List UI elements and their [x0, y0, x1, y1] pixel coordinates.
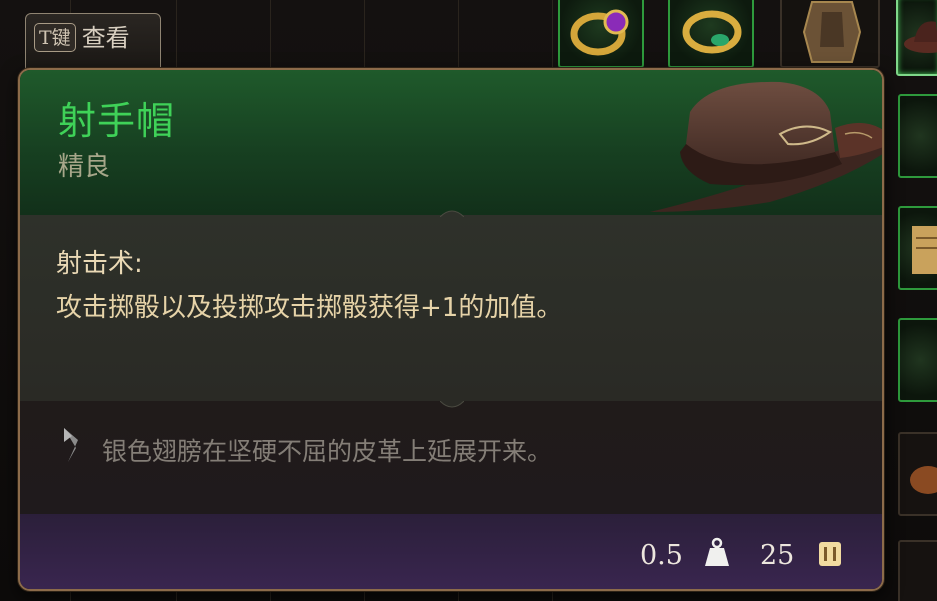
key-action-label: 查看 [81, 24, 130, 52]
ability-title: 射击术: [56, 249, 143, 279]
ability-description: 攻击掷骰以及投掷攻击掷骰获得+1的加值。 [56, 293, 563, 323]
equipment-slot-head[interactable] [896, 0, 937, 76]
weight-value: 0.5 [640, 540, 683, 571]
item-tooltip: 射手帽 精良 射击术: 攻击掷骰以及投掷攻击掷骰获得+1的加值。 银色翅膀在坚硬… [18, 68, 884, 591]
ranger-hat-icon [650, 81, 882, 212]
game-inventory-screen: T键 查看 射手帽 精良 射击术: 攻击掷骰以及投掷攻击掷骰获得+1的加值。 银… [0, 0, 937, 601]
section-divider-notch [440, 401, 464, 408]
ring-icon [570, 9, 629, 56]
quill-icon [64, 428, 78, 462]
equipment-slot-misc[interactable] [898, 540, 937, 601]
ring-icon [682, 10, 742, 54]
hat-icon [904, 21, 937, 53]
flavor-text: 银色翅膀在坚硬不屈的皮革上延展开来。 [102, 437, 553, 466]
key-badge: T键 [34, 23, 76, 52]
item-name: 射手帽 [58, 99, 176, 143]
equipment-slot-bread[interactable] [898, 432, 937, 516]
armor-icon [802, 1, 862, 63]
gold-coin-icon [819, 542, 841, 566]
equipment-slot-gloves[interactable] [898, 318, 937, 402]
equipment-slot-cloak[interactable] [898, 94, 937, 178]
tooltip-footer [20, 514, 882, 589]
equipment-slot-scroll[interactable] [898, 206, 937, 290]
inventory-slot-ring-emerald[interactable] [668, 0, 754, 68]
scroll-icon [912, 226, 937, 274]
inventory-slot-armor[interactable] [780, 0, 880, 68]
inventory-slot-ring-amethyst[interactable] [558, 0, 644, 68]
item-rarity: 精良 [58, 152, 111, 182]
food-icon [910, 466, 937, 494]
section-divider-notch [440, 210, 464, 217]
weight-icon [705, 537, 729, 566]
price-value: 25 [760, 540, 795, 571]
key-hint[interactable]: T键 查看 [25, 13, 161, 75]
